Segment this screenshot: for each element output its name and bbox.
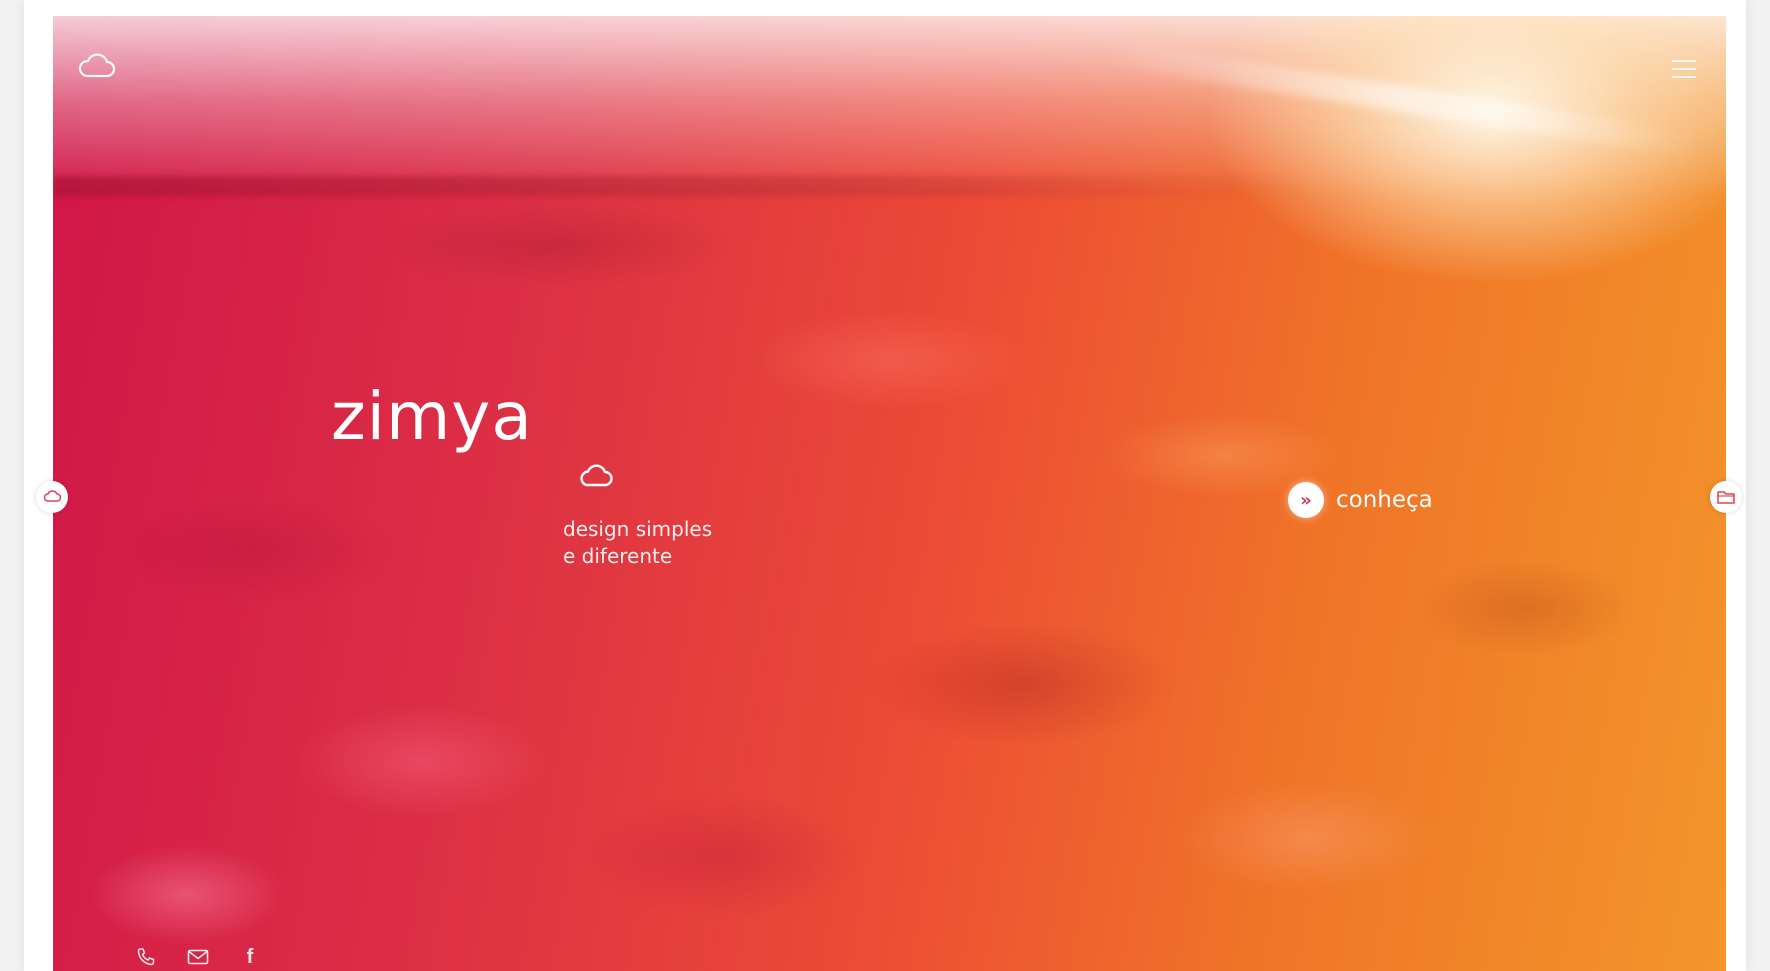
tagline-line-1: design simples	[563, 517, 713, 541]
footer-contact-icons: f	[135, 946, 261, 968]
brand-name: zimya	[331, 378, 533, 455]
prev-section-cloud-icon[interactable]	[36, 481, 68, 513]
mail-icon[interactable]	[187, 946, 209, 968]
hero-section: zimya design simples e diferente » conhe…	[53, 16, 1726, 971]
brand-tagline: design simples e diferente	[563, 516, 712, 570]
phone-icon[interactable]	[135, 946, 157, 968]
cloud-background	[53, 16, 1726, 971]
hamburger-menu-icon[interactable]	[1670, 56, 1698, 82]
conheca-label: conheça	[1336, 487, 1433, 513]
brand-cloud-icon	[577, 464, 615, 490]
horizon-band	[53, 176, 1726, 196]
next-section-folder-icon[interactable]	[1710, 481, 1742, 513]
double-chevron-right-icon: »	[1288, 482, 1324, 518]
facebook-icon[interactable]: f	[239, 946, 261, 968]
logo-cloud-icon[interactable]	[77, 52, 117, 82]
conheca-button[interactable]: » conheça	[1288, 482, 1433, 518]
tagline-line-2: e diferente	[563, 544, 673, 568]
